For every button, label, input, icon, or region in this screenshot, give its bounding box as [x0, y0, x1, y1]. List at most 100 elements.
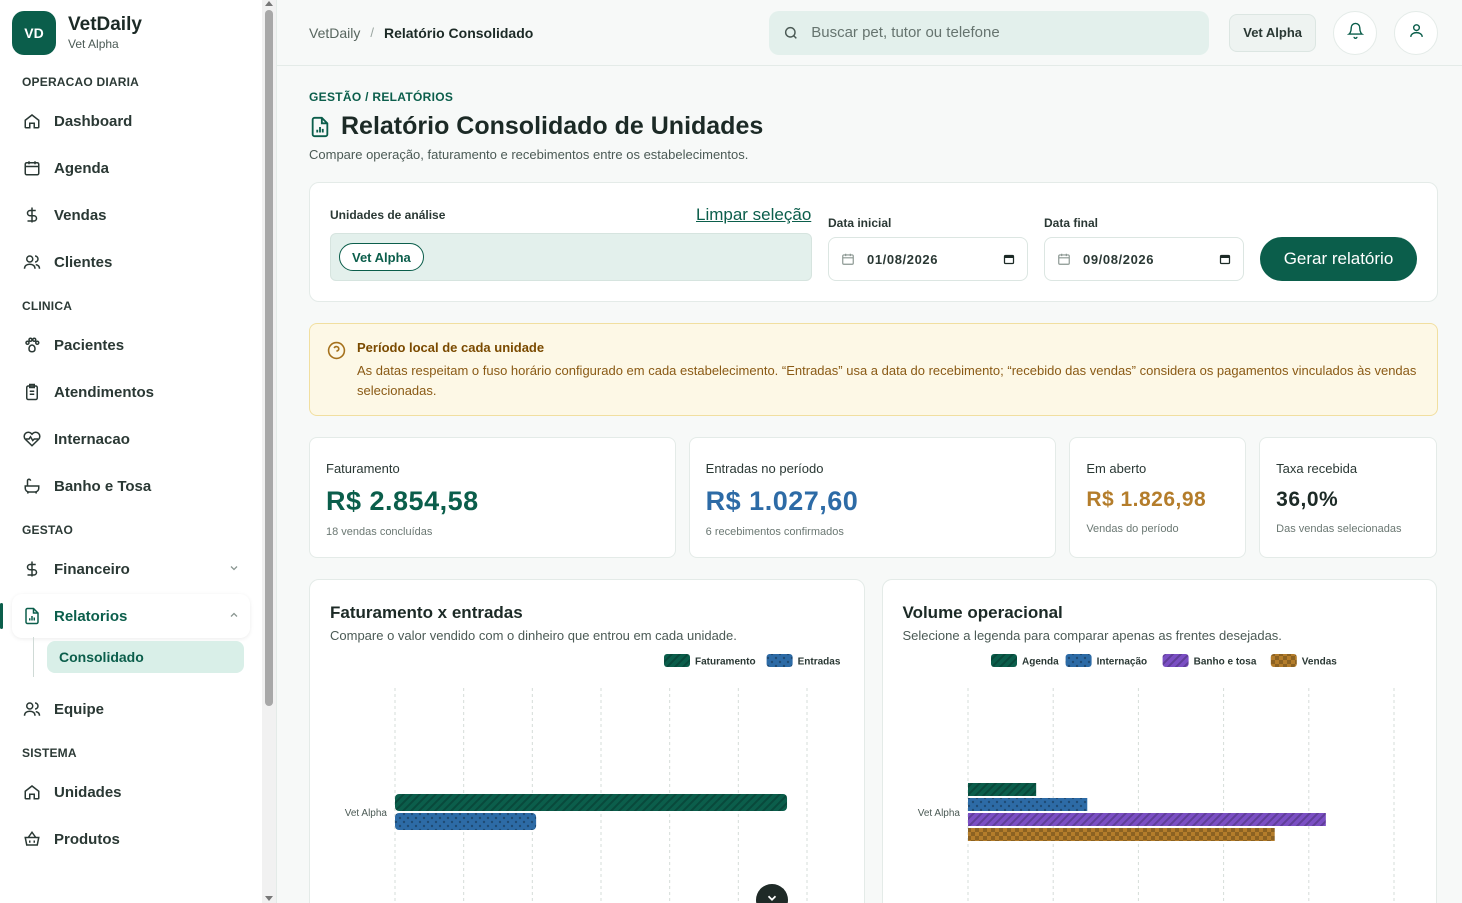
scroll-up-arrow[interactable] [265, 1, 273, 6]
start-date-input[interactable]: 01/08/2026 [828, 237, 1028, 281]
sidebar-item-label: Clientes [54, 253, 113, 271]
brand[interactable]: VD VetDaily Vet Alpha [0, 0, 262, 66]
sidebar-item-equipe[interactable]: Equipe [12, 687, 250, 731]
chevron-down-icon[interactable] [228, 562, 240, 577]
sidebar-item-internacao[interactable]: Internacao [12, 417, 250, 461]
chevron-up-icon[interactable] [228, 609, 240, 624]
sidebar-item-pacientes[interactable]: Pacientes [12, 323, 250, 367]
page-subtitle: Compare operação, faturamento e recebime… [309, 147, 749, 162]
sidebar-item-label: Dashboard [54, 112, 133, 130]
report-icon [22, 606, 42, 626]
sidebar: VD VetDaily Vet Alpha OPERACAO DIARIA Da… [0, 0, 262, 903]
legend-item-1[interactable]: Entradas [766, 654, 841, 668]
nav-section-clinica: CLINICA [22, 299, 73, 313]
page-content: GESTÃO / RELATÓRIOS Relatório Consolidad… [277, 66, 1462, 903]
calendar-icon [1057, 252, 1071, 266]
bar-faturamento[interactable] [395, 794, 788, 811]
bar-internação[interactable] [967, 798, 1087, 811]
nav-section-operacao: OPERACAO DIARIA [22, 75, 140, 89]
legend-label: Agenda [1022, 657, 1059, 668]
scroll-thumb[interactable] [265, 10, 273, 706]
bar-vendas[interactable] [967, 828, 1275, 841]
legend-item-1[interactable]: Internação [1065, 654, 1147, 668]
legend-swatch [766, 654, 793, 667]
sidebar-scrollbar[interactable] [262, 0, 276, 903]
heart-pulse-icon [22, 429, 42, 449]
breadcrumb-home[interactable]: VetDaily [309, 25, 360, 41]
legend-swatch [1270, 654, 1297, 667]
kpi-value: 36,0% [1276, 488, 1339, 511]
legend-swatch [664, 654, 690, 667]
kpi-note: Das vendas selecionadas [1276, 523, 1402, 535]
main-content: VetDaily / Relatório Consolidado Vet Alp… [276, 0, 1462, 903]
sidebar-item-dashboard[interactable]: Dashboard [12, 99, 250, 143]
legend-item-0[interactable]: Faturamento [664, 654, 756, 668]
legend-label: Faturamento [695, 657, 756, 668]
category-label: Vet Alpha [917, 808, 960, 819]
sidebar-item-unidades[interactable]: Unidades [12, 770, 250, 814]
generate-report-button[interactable]: Gerar relatório [1260, 237, 1417, 281]
filter-card: Unidades de análise Limpar seleção Vet A… [309, 182, 1438, 302]
sidebar-item-banho-tosa[interactable]: Banho e Tosa [12, 464, 250, 508]
kpi-note: Vendas do período [1086, 523, 1179, 535]
nav-section-gestao: GESTAO [22, 523, 73, 537]
chart-title: Volume operacional [902, 603, 1063, 622]
end-date-value: 09/08/2026 [1083, 251, 1155, 267]
clear-selection-link[interactable]: Limpar seleção [696, 205, 811, 225]
sidebar-item-label: Vendas [54, 206, 107, 224]
sidebar-item-label: Relatorios [54, 607, 128, 625]
scroll-down-arrow[interactable] [265, 896, 273, 901]
category-label: Vet Alpha [345, 808, 388, 819]
kpi-faturamento: Faturamento R$ 2.854,58 18 vendas conclu… [309, 437, 676, 558]
date-picker-icon[interactable] [1003, 253, 1015, 265]
unit-chip[interactable]: Vet Alpha [339, 243, 424, 271]
home-icon [22, 782, 42, 802]
sidebar-item-label: Agenda [54, 159, 110, 177]
chart-card-faturamento: Faturamento x entradas Compare o valor v… [309, 579, 865, 903]
sidebar-item-label: Unidades [54, 783, 122, 801]
kpi-label: Entradas no período [705, 461, 824, 476]
start-date-label: Data inicial [828, 216, 892, 230]
bar-agenda[interactable] [967, 783, 1036, 796]
legend-item-0[interactable]: Agenda [990, 654, 1059, 668]
breadcrumb-current: Relatório Consolidado [383, 24, 534, 41]
sidebar-item-clientes[interactable]: Clientes [12, 240, 250, 284]
search-input[interactable] [811, 24, 1192, 41]
units-label: Unidades de análise [330, 208, 446, 222]
legend-item-2[interactable]: Banho e tosa [1162, 654, 1256, 668]
home-icon [22, 111, 42, 131]
brand-logo: VD [12, 11, 56, 55]
date-picker-icon[interactable] [1219, 253, 1231, 265]
sidebar-item-vendas[interactable]: Vendas [12, 193, 250, 237]
sidebar-item-produtos[interactable]: Produtos [12, 817, 250, 861]
calendar-icon [841, 252, 855, 266]
end-date-input[interactable]: 09/08/2026 [1044, 237, 1244, 281]
kpi-taxa-recebida: Taxa recebida 36,0% Das vendas seleciona… [1259, 437, 1437, 558]
sidebar-item-financeiro[interactable]: Financeiro [12, 547, 250, 591]
clipboard-icon [22, 382, 42, 402]
sidebar-item-agenda[interactable]: Agenda [12, 146, 250, 190]
legend-label: Banho e tosa [1193, 657, 1256, 668]
bar-entradas[interactable] [395, 813, 537, 830]
search-bar[interactable] [769, 10, 1210, 55]
bar-banho-e-tosa[interactable] [967, 813, 1326, 826]
sidebar-subitem-consolidado[interactable]: Consolidado [33, 637, 244, 677]
notice-text: As datas respeitam o fuso horário config… [357, 363, 1417, 398]
units-multiselect[interactable]: Vet Alpha [330, 233, 812, 281]
bath-icon [22, 476, 42, 496]
topbar: VetDaily / Relatório Consolidado Vet Alp… [277, 0, 1462, 66]
kpi-value: R$ 2.854,58 [326, 486, 479, 516]
chart-faturamento-entradas: Faturamento Entradas Vet Alpha [345, 654, 841, 903]
info-notice: Período local de cada unidade As datas r… [309, 323, 1438, 416]
kpi-label: Em aberto [1086, 461, 1147, 476]
page-eyebrow: GESTÃO / RELATÓRIOS [309, 90, 454, 104]
sidebar-item-atendimentos[interactable]: Atendimentos [12, 370, 250, 414]
sidebar-item-relatorios[interactable]: Relatorios [0, 594, 250, 638]
profile-button[interactable] [1394, 10, 1438, 55]
legend-item-3[interactable]: Vendas [1270, 654, 1337, 668]
unit-selector-button[interactable]: Vet Alpha [1229, 13, 1316, 52]
brand-name: VetDaily [68, 14, 142, 35]
sidebar-item-label: Atendimentos [54, 383, 155, 401]
notifications-button[interactable] [1333, 10, 1377, 55]
kpi-label: Faturamento [326, 461, 400, 476]
